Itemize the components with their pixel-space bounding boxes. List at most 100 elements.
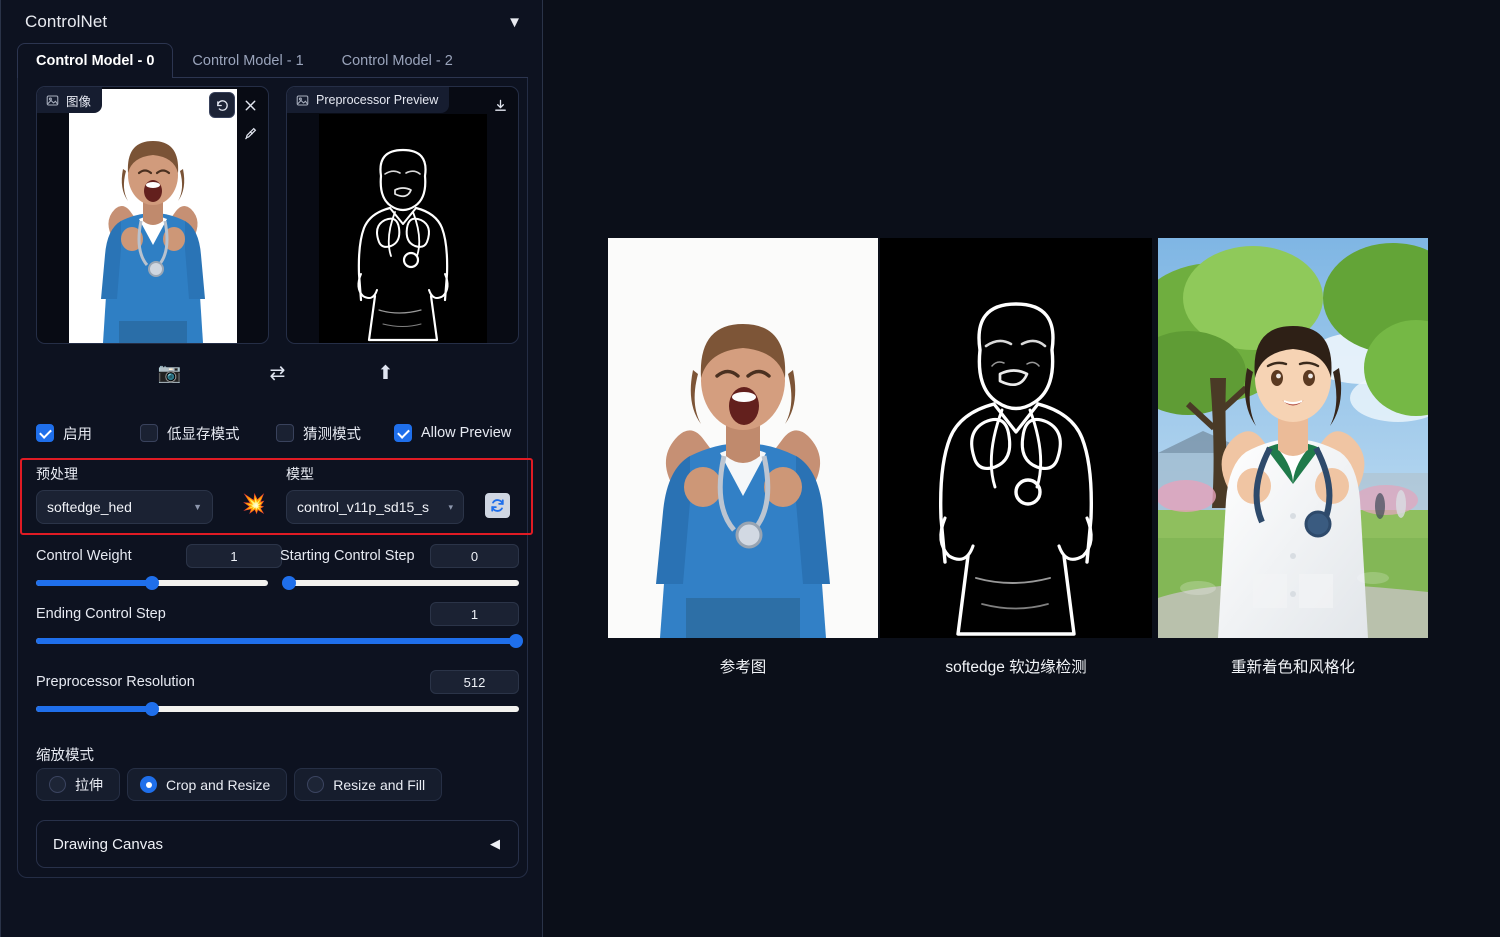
model-label: 模型	[286, 466, 314, 482]
source-image-tools	[209, 92, 263, 146]
ending-control-step-slider[interactable]	[36, 634, 523, 648]
upload-arrow-icon[interactable]: ⬆	[378, 364, 394, 383]
edit-pen-icon[interactable]	[237, 120, 263, 146]
drawing-canvas-accordion[interactable]: Drawing Canvas ◀	[36, 820, 519, 868]
explosion-icon[interactable]: 💥	[242, 495, 266, 514]
gallery-item-softedge: softedge 软边缘检测	[880, 238, 1152, 677]
preprocessor-resolution-value[interactable]: 512	[430, 670, 519, 694]
slider-knob[interactable]	[145, 576, 159, 590]
slider-fill	[36, 706, 152, 712]
radio-stretch[interactable]: 拉伸	[36, 768, 120, 801]
checkbox-enable-box[interactable]	[36, 424, 54, 442]
refresh-icon[interactable]	[485, 493, 510, 518]
checkbox-low-vram-box[interactable]	[140, 424, 158, 442]
resize-mode-group: 拉伸 Crop and Resize Resize and Fill	[36, 768, 443, 801]
preview-image-tools	[487, 92, 513, 118]
control-weight-label: Control Weight	[36, 548, 132, 564]
gallery-caption: 重新着色和风格化	[1230, 659, 1355, 676]
starting-control-step-value[interactable]: 0	[430, 544, 519, 568]
radio-stretch-label: 拉伸	[75, 776, 103, 793]
preview-box-label-text: Preprocessor Preview	[316, 93, 439, 107]
starting-control-step-label: Starting Control Step	[280, 548, 415, 564]
result-gallery: 参考图 softedge 软边缘检测 重新着色和风格化	[608, 238, 1428, 677]
caret-down-icon[interactable]: ▼	[507, 15, 522, 30]
app-root: ControlNet ▼ Control Model - 0 Control M…	[0, 0, 1500, 937]
preprocessor-preview-image	[319, 114, 487, 343]
panel-header: ControlNet ▼	[1, 0, 544, 44]
drawing-canvas-title: Drawing Canvas	[53, 835, 164, 853]
checkbox-low-vram[interactable]: 低显存模式	[140, 423, 276, 444]
resize-mode-label: 缩放模式	[36, 748, 94, 764]
checkbox-guess-mode[interactable]: 猜测模式	[276, 423, 394, 444]
slider-knob[interactable]	[282, 576, 296, 590]
tab-bar: Control Model - 0 Control Model - 1 Cont…	[17, 43, 528, 78]
preprocessor-preview-box[interactable]: Preprocessor Preview	[286, 86, 519, 344]
checkbox-guess-mode-box[interactable]	[276, 424, 294, 442]
chevron-down-icon: ▾	[448, 501, 453, 512]
tab-control-model-2[interactable]: Control Model - 2	[323, 43, 472, 77]
download-icon[interactable]	[487, 92, 513, 118]
close-icon[interactable]	[237, 92, 263, 118]
gallery-item-reference: 参考图	[608, 238, 878, 677]
source-image-box[interactable]: 图像	[36, 86, 269, 344]
control-weight-value[interactable]: 1	[186, 544, 282, 568]
camera-slot: 📷	[116, 364, 224, 383]
tab-label: Control Model - 0	[36, 52, 155, 69]
reference-photo[interactable]	[608, 238, 878, 638]
radio-resize-and-fill-label: Resize and Fill	[333, 776, 426, 793]
controlnet-panel: ControlNet ▼ Control Model - 0 Control M…	[0, 0, 543, 937]
ending-control-step-value[interactable]: 1	[430, 602, 519, 626]
checkbox-allow-preview-box[interactable]	[394, 424, 412, 442]
radio-resize-and-fill[interactable]: Resize and Fill	[294, 768, 443, 801]
camera-icon[interactable]: 📷	[158, 364, 182, 383]
gallery-caption: softedge 软边缘检测	[945, 659, 1087, 676]
radio-crop-and-resize-dot[interactable]	[140, 776, 157, 793]
upload-slot: ⬆	[332, 364, 440, 383]
preprocessor-select[interactable]: softedge_hed ▼	[36, 490, 213, 524]
radio-resize-and-fill-dot[interactable]	[307, 776, 325, 793]
undo-icon[interactable]	[209, 92, 235, 118]
options-checkbox-row: 启用 低显存模式 猜测模式 Allow Preview	[36, 418, 519, 448]
chevron-down-icon: ▼	[193, 502, 202, 512]
checkbox-allow-preview[interactable]: Allow Preview	[394, 424, 511, 442]
image-icon	[296, 94, 309, 107]
preprocessor-value: softedge_hed	[47, 499, 132, 515]
checkbox-allow-preview-label: Allow Preview	[421, 425, 512, 441]
tab-control-model-1[interactable]: Control Model - 1	[173, 43, 322, 77]
gallery-caption: 参考图	[719, 659, 767, 676]
slider-fill	[36, 638, 519, 644]
starting-control-step-slider[interactable]	[282, 576, 519, 590]
caret-left-icon[interactable]: ◀	[490, 836, 500, 852]
preprocessor-resolution-label: Preprocessor Resolution	[36, 674, 195, 690]
checkbox-enable-label: 启用	[63, 426, 92, 443]
model-select[interactable]: control_v11p_sd15_s ▾	[286, 490, 464, 524]
control-weight-slider[interactable]	[36, 576, 268, 590]
image-icon	[46, 94, 59, 107]
preview-box-label: Preprocessor Preview	[287, 87, 450, 113]
image-action-bar: 📷 ⇄ ⬆	[36, 356, 519, 390]
swap-arrows-icon[interactable]: ⇄	[270, 364, 286, 383]
ending-control-step-label: Ending Control Step	[36, 606, 166, 622]
radio-crop-and-resize-label: Crop and Resize	[166, 776, 271, 793]
model-value: control_v11p_sd15_s	[297, 499, 430, 515]
tab-content: 图像 Preprocessor Preview 📷 ⇄ ⬆ 启用 低显存模式 猜…	[17, 78, 533, 878]
preprocessor-label: 预处理	[36, 466, 78, 482]
tab-label: Control Model - 2	[341, 52, 453, 69]
source-box-label: 图像	[37, 87, 103, 113]
checkbox-enable[interactable]: 启用	[36, 423, 140, 444]
source-box-label-text: 图像	[66, 94, 92, 109]
softedge-map[interactable]	[880, 238, 1152, 638]
preprocessor-resolution-slider[interactable]	[36, 702, 519, 716]
slider-track	[286, 580, 519, 586]
radio-stretch-dot[interactable]	[49, 776, 66, 793]
tab-label: Control Model - 1	[192, 52, 304, 69]
checkbox-guess-mode-label: 猜测模式	[303, 426, 361, 443]
slider-knob[interactable]	[509, 634, 523, 648]
tab-control-model-0[interactable]: Control Model - 0	[17, 43, 174, 78]
page-title: ControlNet	[25, 12, 108, 31]
radio-crop-and-resize[interactable]: Crop and Resize	[127, 768, 288, 801]
swap-slot: ⇄	[224, 364, 332, 383]
slider-knob[interactable]	[144, 702, 159, 716]
stylized-render[interactable]	[1158, 238, 1428, 638]
checkbox-low-vram-label: 低显存模式	[167, 426, 240, 443]
